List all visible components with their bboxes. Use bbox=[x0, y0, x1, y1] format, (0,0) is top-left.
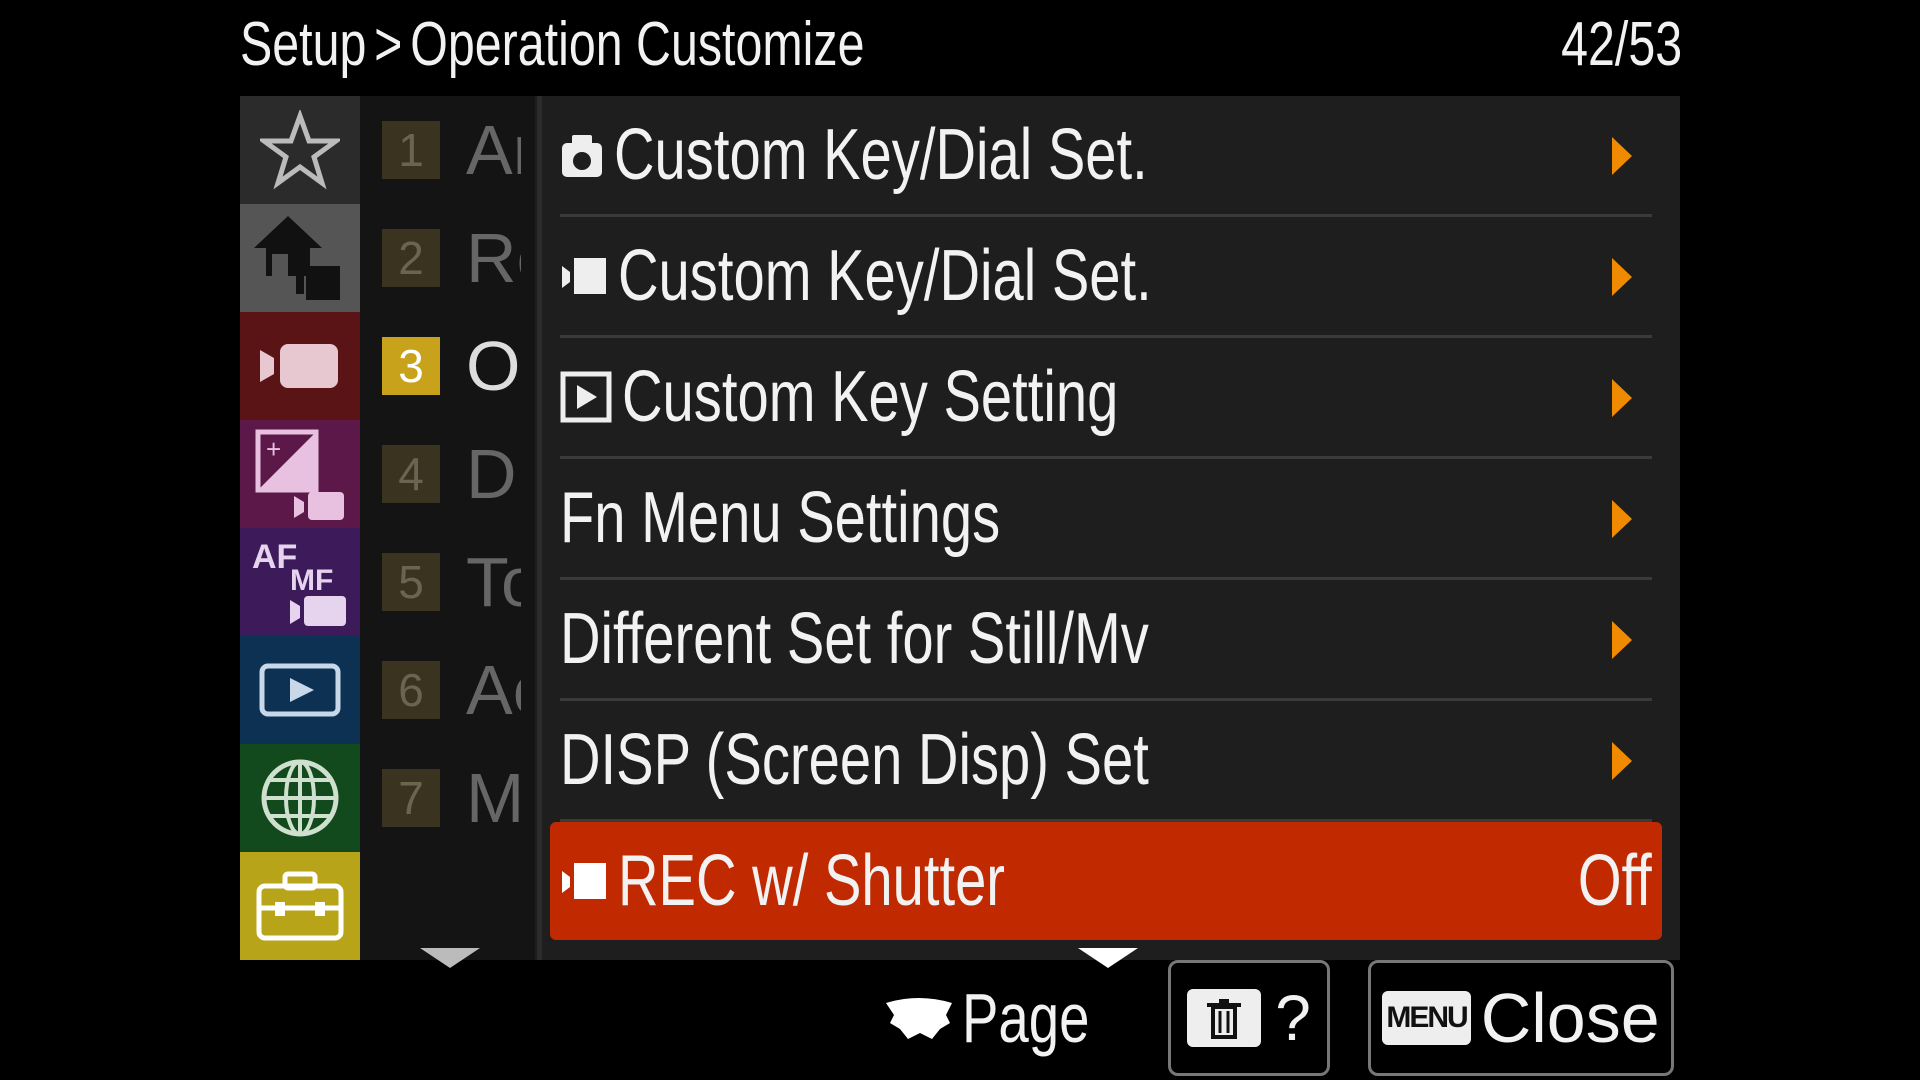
tab-exposure[interactable]: + bbox=[240, 420, 360, 528]
menu-panel: + AFMF 1 Ar 2 Re 3 Op 4 Di 5 To 6 Ac 7M Custom… bbox=[240, 96, 1680, 960]
playback-icon bbox=[259, 663, 341, 717]
menu-item-value: Off bbox=[1578, 841, 1652, 921]
af-mf-icon: AFMF bbox=[252, 538, 346, 626]
home-camera-icon bbox=[254, 216, 340, 300]
subcategory-label: Re bbox=[466, 219, 521, 297]
movie-camera-icon bbox=[260, 344, 338, 388]
subcategory-label: Ac bbox=[466, 651, 521, 729]
subcategory-label: Op bbox=[466, 327, 521, 405]
subcategory-number: 1 bbox=[382, 121, 440, 179]
tab-my-menu[interactable] bbox=[240, 96, 360, 204]
menu-item-different-set[interactable]: Different Set for Still/Mv bbox=[560, 580, 1652, 701]
tab-setup[interactable] bbox=[240, 852, 360, 960]
movie-icon bbox=[562, 863, 606, 899]
menu-item-custom-key-setting[interactable]: Custom Key Setting bbox=[560, 338, 1652, 459]
exposure-icon: + bbox=[255, 429, 344, 520]
close-label: Close bbox=[1480, 979, 1660, 1057]
subcategory-number: 4 bbox=[382, 445, 440, 503]
page-hint: Page bbox=[884, 960, 1125, 1076]
page-label: Page bbox=[962, 979, 1090, 1057]
menu-item-fn-menu-settings[interactable]: Fn Menu Settings bbox=[560, 459, 1652, 580]
breadcrumb: Setup > Operation Customize bbox=[240, 2, 1041, 88]
menu-item-label: Custom Key Setting bbox=[622, 357, 1119, 437]
svg-text:+: + bbox=[266, 434, 281, 464]
arrow-right-icon bbox=[1612, 500, 1632, 538]
tab-main[interactable] bbox=[240, 204, 360, 312]
toolbox-icon bbox=[256, 871, 344, 941]
menu-item-custom-key-dial-still[interactable]: Custom Key/Dial Set. bbox=[560, 96, 1652, 217]
scroll-down-indicator-sub bbox=[420, 948, 480, 968]
subcategory-item-2[interactable]: 2 Re bbox=[382, 204, 521, 312]
subcategory-item-4[interactable]: 4 Di bbox=[382, 420, 521, 528]
menu-item-rec-w-shutter[interactable]: REC w/ Shutter Off bbox=[550, 822, 1662, 940]
subcategory-number: 5 bbox=[382, 553, 440, 611]
arrow-right-icon bbox=[1612, 621, 1632, 659]
subcategory-item-7[interactable]: 7M bbox=[382, 744, 521, 852]
menu-key-icon: MENU bbox=[1382, 991, 1471, 1045]
tab-playback[interactable] bbox=[240, 636, 360, 744]
still-camera-icon bbox=[562, 135, 602, 177]
subcategory-label: Ar bbox=[466, 111, 521, 189]
subcategory-number: 3 bbox=[382, 337, 440, 395]
menu-item-list: Custom Key/Dial Set. Custom Key/Dial Set… bbox=[550, 96, 1670, 940]
tab-shooting[interactable] bbox=[240, 312, 360, 420]
subcategory-number: 7 bbox=[382, 769, 440, 827]
subcategory-item-6[interactable]: 6 Ac bbox=[382, 636, 521, 744]
breadcrumb-root: Setup bbox=[240, 10, 367, 79]
playback-box-icon bbox=[560, 371, 612, 423]
subcategory-label: To bbox=[466, 543, 521, 621]
subcategory-item-1[interactable]: 1 Ar bbox=[382, 96, 521, 204]
menu-item-label: REC w/ Shutter bbox=[618, 841, 1006, 921]
subcategory-number: 6 bbox=[382, 661, 440, 719]
menu-item-label: Custom Key/Dial Set. bbox=[618, 236, 1152, 316]
star-icon bbox=[260, 110, 340, 190]
menu-item-disp-set[interactable]: DISP (Screen Disp) Set bbox=[560, 701, 1652, 822]
page-title: Operation Customize bbox=[410, 10, 865, 79]
tab-focus[interactable]: AF MF bbox=[240, 528, 360, 636]
subcategory-item-3[interactable]: 3 Op bbox=[382, 312, 521, 420]
subcategory-number: 2 bbox=[382, 229, 440, 287]
menu-item-label: Custom Key/Dial Set. bbox=[614, 115, 1148, 195]
category-tabs: + AF MF bbox=[240, 96, 360, 960]
svg-text:MF: MF bbox=[290, 564, 333, 597]
delete-help-button[interactable]: ? bbox=[1168, 960, 1330, 1076]
movie-icon bbox=[562, 258, 606, 294]
arrow-right-icon bbox=[1612, 258, 1632, 296]
subcategory-label: Di bbox=[466, 435, 521, 513]
tab-network[interactable] bbox=[240, 744, 360, 852]
trash-icon bbox=[1187, 989, 1262, 1047]
help-label: ? bbox=[1275, 982, 1311, 1054]
subcategory-list: 1 Ar 2 Re 3 Op 4 Di 5 To 6 Ac 7M bbox=[360, 96, 535, 960]
page-counter: 42/53 bbox=[1560, 10, 1682, 79]
front-dial-icon bbox=[886, 998, 952, 1039]
column-divider bbox=[537, 96, 542, 960]
subcategory-item-5[interactable]: 5 To bbox=[382, 528, 521, 636]
menu-item-label: DISP (Screen Disp) Set bbox=[560, 720, 1149, 800]
subcategory-label: M bbox=[466, 759, 521, 837]
menu-item-label: Different Set for Still/Mv bbox=[560, 599, 1149, 679]
menu-item-label: Fn Menu Settings bbox=[560, 478, 1001, 558]
arrow-right-icon bbox=[1612, 379, 1632, 417]
arrow-right-icon bbox=[1612, 742, 1632, 780]
close-button[interactable]: MENU Close bbox=[1368, 960, 1674, 1076]
breadcrumb-separator: > bbox=[374, 10, 403, 79]
menu-item-custom-key-dial-movie[interactable]: Custom Key/Dial Set. bbox=[560, 217, 1652, 338]
globe-icon bbox=[261, 759, 339, 837]
arrow-right-icon bbox=[1612, 137, 1632, 175]
